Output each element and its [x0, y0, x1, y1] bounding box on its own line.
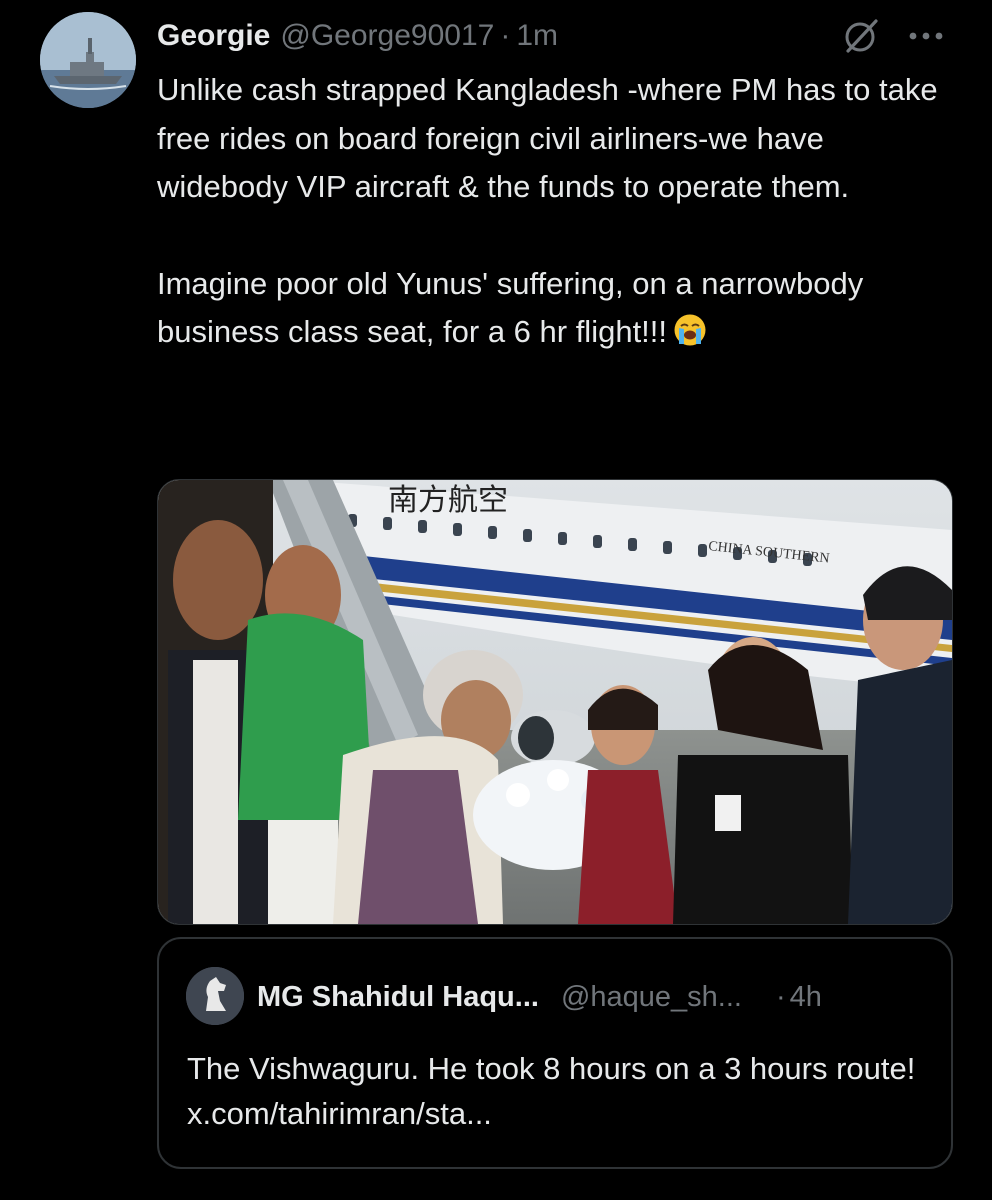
quoted-tweet-timestamp[interactable]: 4h: [790, 981, 822, 1014]
tweet-header: Georgie @George90017 · 1m: [157, 14, 558, 58]
tweet-photo[interactable]: 南方航空 CHINA SOUTHERN: [157, 479, 953, 925]
tweet-paragraph-2-text: Imagine poor old Yunus' suffering, on a …: [157, 265, 864, 350]
fuselage-chinese-text: 南方航空: [388, 483, 508, 518]
loudly-crying-face-icon: [674, 314, 706, 346]
tweet-text: Unlike cash strapped Kangladesh -where P…: [157, 66, 957, 357]
quoted-author-handle[interactable]: @haque_sh...: [561, 981, 742, 1014]
author-handle[interactable]: @George90017: [280, 19, 494, 53]
tweet-paragraph-1: Unlike cash strapped Kangladesh -where P…: [157, 72, 938, 204]
tweet[interactable]: Georgie @George90017 · 1m Unlike cash st…: [0, 0, 992, 1200]
quoted-tweet[interactable]: MG Shahidul Haqu... @haque_sh... · 4h Th…: [157, 937, 953, 1169]
author-avatar[interactable]: [40, 12, 136, 108]
airport-arrival-photo: 南方航空 CHINA SOUTHERN: [158, 480, 952, 924]
author-name[interactable]: Georgie: [157, 19, 270, 53]
quoted-tweet-text: The Vishwaguru. He took 8 hours on a 3 h…: [187, 1051, 916, 1131]
more-options-icon[interactable]: [904, 22, 948, 50]
horse-avatar-image: [186, 967, 244, 1025]
warship-avatar-image: [40, 12, 136, 108]
quoted-author-avatar[interactable]: [186, 967, 244, 1025]
quoted-tweet-header: MG Shahidul Haqu... @haque_sh... · 4h: [257, 977, 822, 1017]
tweet-paragraph-2: Imagine poor old Yunus' suffering, on a …: [157, 260, 957, 357]
separator-dot: ·: [500, 19, 511, 52]
quoted-author-name[interactable]: MG Shahidul Haqu...: [257, 981, 539, 1014]
grok-slash-icon[interactable]: [843, 18, 879, 54]
separator-dot: ·: [775, 980, 786, 1013]
tweet-timestamp[interactable]: 1m: [516, 19, 558, 53]
